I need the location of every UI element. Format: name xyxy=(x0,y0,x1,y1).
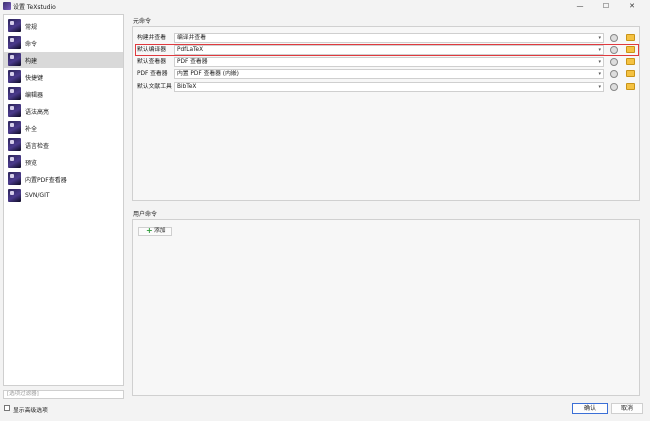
sidebar-item-label: 常规 xyxy=(25,24,38,31)
chevron-down-icon: ▾ xyxy=(598,84,601,90)
gear-icon[interactable] xyxy=(610,83,618,91)
gear-icon[interactable] xyxy=(610,46,618,54)
chevron-down-icon: ▾ xyxy=(598,35,601,41)
command-label: PDF 查看器 xyxy=(137,71,168,77)
maximize-button[interactable]: ☐ xyxy=(593,0,619,12)
svn-git-icon xyxy=(8,189,21,202)
settings-category-list[interactable]: 常规 命令 构建 快捷键 编辑器 语法高亮 补全 语言检查 预览 内置PDF查看… xyxy=(3,14,124,386)
cancel-button[interactable]: 取消 xyxy=(611,403,643,414)
folder-icon[interactable] xyxy=(626,34,635,41)
sidebar-item-label: 构建 xyxy=(25,58,38,65)
command-label: 默认编译器 xyxy=(137,47,166,53)
command-row-default-bibliography-tool: 默认文献工具 BibTeX ▾ xyxy=(136,82,638,92)
show-advanced-checkbox[interactable] xyxy=(4,405,10,411)
add-command-label: 添加 xyxy=(154,228,166,234)
sidebar-item-label: 命令 xyxy=(25,41,38,48)
chevron-down-icon: ▾ xyxy=(598,47,601,53)
command-row-build-and-view: 构建并查看 编译并查看 ▾ xyxy=(136,33,638,43)
language-check-icon xyxy=(8,138,21,151)
sidebar-item-language-check[interactable]: 语言检查 xyxy=(4,137,123,153)
user-commands-title: 用户命令 xyxy=(133,211,158,218)
folder-icon[interactable] xyxy=(626,70,635,77)
sidebar-item-svn-git[interactable]: SVN/GIT xyxy=(4,188,123,204)
build-icon xyxy=(8,53,21,66)
pdf-viewer-icon xyxy=(8,172,21,185)
sidebar-item-label: 补全 xyxy=(25,126,38,133)
command-label: 默认查看器 xyxy=(137,59,166,65)
syntax-highlight-icon xyxy=(8,104,21,117)
command-combo-value: PDF 查看器 xyxy=(177,59,208,65)
sidebar-item-label: 语法高亮 xyxy=(25,109,50,116)
chevron-down-icon: ▾ xyxy=(598,59,601,65)
command-combo-value: PdfLaTeX xyxy=(177,47,204,53)
sidebar-item-label: 编辑器 xyxy=(25,92,44,99)
options-filter-input[interactable]: [选项过滤器] xyxy=(3,390,124,399)
sidebar-item-commands[interactable]: 命令 xyxy=(4,35,123,51)
sidebar-item-completion[interactable]: 补全 xyxy=(4,120,123,136)
command-combo[interactable]: 内置 PDF 查看器 (内嵌) ▾ xyxy=(174,69,604,79)
commands-icon xyxy=(8,36,21,49)
command-combo-value: 内置 PDF 查看器 (内嵌) xyxy=(177,71,239,77)
command-combo[interactable]: BibTeX ▾ xyxy=(174,82,604,92)
command-combo[interactable]: PdfLaTeX ▾ xyxy=(174,45,604,55)
command-label: 默认文献工具 xyxy=(137,84,172,90)
sidebar-item-label: 快捷键 xyxy=(25,75,44,82)
shortcuts-icon xyxy=(8,70,21,83)
gear-icon[interactable] xyxy=(610,70,618,78)
gear-icon[interactable] xyxy=(610,34,618,42)
close-button[interactable]: ✕ xyxy=(619,0,645,12)
general-icon xyxy=(8,19,21,32)
preview-icon xyxy=(8,155,21,168)
show-advanced-label: 显示高级选项 xyxy=(13,408,48,414)
chevron-down-icon: ▾ xyxy=(598,71,601,77)
sidebar-item-label: SVN/GIT xyxy=(25,192,50,199)
sidebar-item-label: 语言检查 xyxy=(25,143,50,150)
command-combo-value: 编译并查看 xyxy=(177,35,206,41)
folder-icon[interactable] xyxy=(626,58,635,65)
sidebar-item-shortcuts[interactable]: 快捷键 xyxy=(4,69,123,85)
completion-icon xyxy=(8,121,21,134)
sidebar-item-label: 内置PDF查看器 xyxy=(25,177,67,184)
minimize-button[interactable]: — xyxy=(567,0,593,12)
command-row-default-compiler: 默认编译器 PdfLaTeX ▾ xyxy=(135,44,639,56)
sidebar-item-pdf-viewer[interactable]: 内置PDF查看器 xyxy=(4,171,123,187)
sidebar-item-label: 预览 xyxy=(25,160,38,167)
command-label: 构建并查看 xyxy=(137,35,166,41)
gear-icon[interactable] xyxy=(610,58,618,66)
add-command-button[interactable]: + 添加 xyxy=(138,227,172,236)
folder-icon[interactable] xyxy=(626,83,635,90)
title-bar: 设置 TeXstudio — ☐ ✕ xyxy=(0,0,650,12)
command-combo[interactable]: 编译并查看 ▾ xyxy=(174,33,604,43)
sidebar-item-build[interactable]: 构建 xyxy=(4,52,123,68)
command-combo-value: BibTeX xyxy=(177,84,197,90)
user-commands-group xyxy=(132,219,640,396)
sidebar-item-preview[interactable]: 预览 xyxy=(4,154,123,170)
command-combo[interactable]: PDF 查看器 ▾ xyxy=(174,57,604,67)
sidebar-item-syntax-highlight[interactable]: 语法高亮 xyxy=(4,103,123,119)
sidebar-item-editor[interactable]: 编辑器 xyxy=(4,86,123,102)
folder-icon[interactable] xyxy=(626,46,635,53)
texstudio-app-icon xyxy=(3,2,11,10)
editor-icon xyxy=(8,87,21,100)
ok-button[interactable]: 确认 xyxy=(572,403,608,414)
meta-commands-title: 元命令 xyxy=(133,18,152,25)
plus-icon: + xyxy=(146,226,153,235)
window-title: 设置 TeXstudio xyxy=(13,4,56,11)
command-row-default-viewer: 默认查看器 PDF 查看器 ▾ xyxy=(136,57,638,67)
sidebar-item-general[interactable]: 常规 xyxy=(4,18,123,34)
command-row-pdf-viewer: PDF 查看器 内置 PDF 查看器 (内嵌) ▾ xyxy=(136,69,638,79)
